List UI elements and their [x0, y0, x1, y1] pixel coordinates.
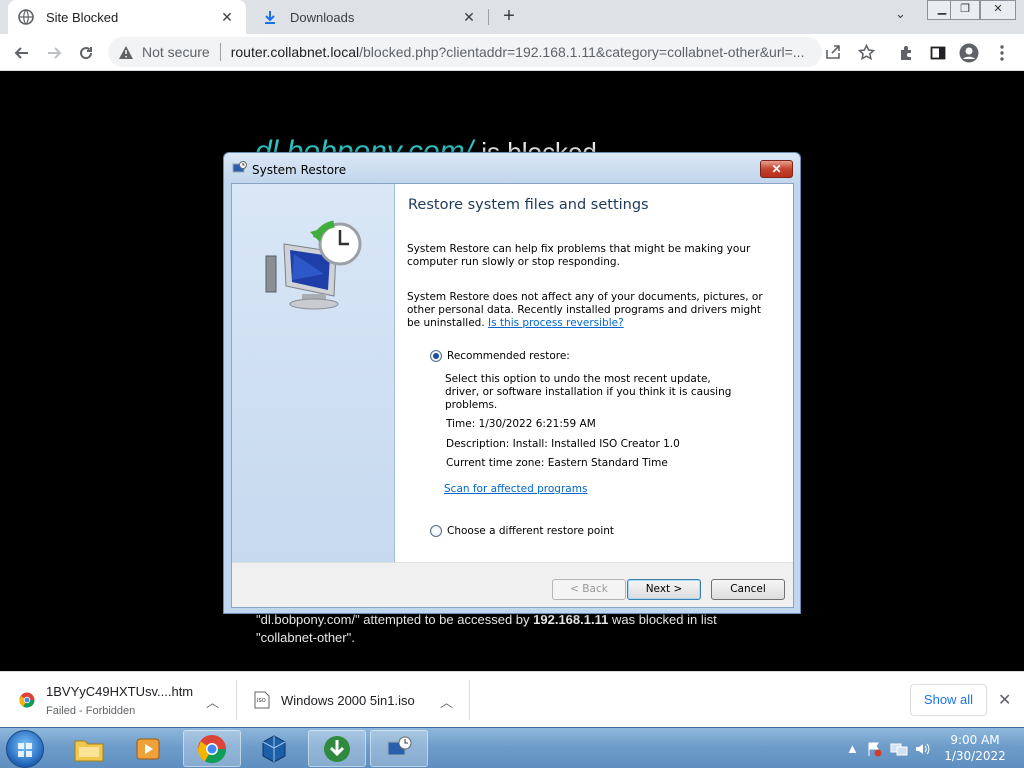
show-all-button[interactable]: Show all: [910, 684, 987, 716]
scan-affected-programs-link[interactable]: Scan for affected programs: [444, 483, 587, 495]
download-icon: [262, 9, 278, 25]
dialog-body: Restore system files and settings System…: [231, 183, 794, 608]
download-filename: Windows 2000 5in1.iso: [281, 692, 415, 708]
dialog-title: System Restore: [252, 163, 347, 177]
side-panel-icon[interactable]: [927, 42, 949, 64]
system-restore-dialog: System Restore ✕ Restore system files an…: [223, 152, 801, 614]
system-clock[interactable]: 9:00 AM 1/30/2022: [940, 732, 1010, 764]
iso-file-icon: ISO: [253, 691, 271, 709]
dialog-heading: Restore system files and settings: [408, 197, 649, 213]
different-restore-radio[interactable]: [430, 525, 442, 537]
forward-arrow-icon[interactable]: [41, 40, 67, 66]
share-icon[interactable]: [823, 42, 843, 62]
back-button[interactable]: < Back: [552, 579, 626, 600]
cancel-button[interactable]: Cancel: [711, 579, 785, 600]
action-center-flag-icon[interactable]: [866, 728, 882, 768]
tab-search-chevron-icon[interactable]: ⌄: [895, 6, 906, 22]
dialog-content: Restore system files and settings System…: [407, 184, 788, 562]
download-divider: [236, 680, 237, 720]
close-icon[interactable]: ✕: [460, 9, 478, 26]
address-divider: [219, 43, 221, 61]
url-host: router.collabnet.local: [230, 44, 360, 60]
message-text-2: was blocked in list: [611, 612, 717, 627]
tab-downloads[interactable]: Downloads ✕: [252, 0, 488, 34]
taskbar-system-restore-icon[interactable]: [370, 730, 428, 767]
message-ip: 192.168.1.11: [533, 612, 609, 627]
svg-text:ISO: ISO: [257, 698, 266, 704]
taskbar-explorer-icon[interactable]: [60, 730, 118, 767]
dialog-side-panel: [232, 184, 395, 562]
reversible-link[interactable]: Is this process reversible?: [488, 317, 624, 329]
reload-icon[interactable]: [73, 40, 99, 66]
download-item[interactable]: ISO Windows 2000 5in1.iso: [253, 672, 415, 728]
taskbar-download-manager-icon[interactable]: [308, 730, 366, 767]
download-filename: 1BVYyC49HXTUsv....htm: [46, 683, 194, 699]
restore-time: Time: 1/30/2022 6:21:59 AM: [446, 418, 596, 430]
taskbar: ▲ 9:00 AM 1/30/2022: [0, 727, 1024, 768]
taskbar-media-player-icon[interactable]: [120, 730, 178, 767]
tab-label: Downloads: [290, 9, 355, 25]
show-hidden-icons[interactable]: ▲: [846, 728, 859, 768]
different-restore-option[interactable]: Choose a different restore point: [430, 525, 614, 537]
data-safety-paragraph: System Restore does not affect any of yo…: [407, 291, 767, 330]
tab-divider: [488, 9, 489, 25]
download-bar: 1BVYyC49HXTUsv....htm Failed - Forbidden…: [0, 671, 1024, 727]
clock-date: 1/30/2022: [944, 749, 1006, 763]
taskbar-virtualbox-icon[interactable]: [245, 730, 303, 767]
message-list: "collabnet-other".: [256, 630, 355, 645]
tab-label: Site Blocked: [46, 9, 119, 25]
extensions-puzzle-icon[interactable]: [895, 42, 917, 64]
download-divider: [469, 680, 470, 720]
restore-button[interactable]: ❐: [950, 0, 980, 20]
security-label[interactable]: Not secure: [142, 44, 210, 60]
back-arrow-icon[interactable]: [9, 40, 35, 66]
profile-avatar-icon[interactable]: [958, 42, 980, 64]
tab-site-blocked[interactable]: Site Blocked ✕: [8, 0, 246, 34]
dialog-footer: < Back Next > Cancel: [232, 562, 793, 607]
recommended-restore-option[interactable]: Recommended restore:: [430, 350, 570, 362]
system-restore-illustration-icon: [264, 214, 364, 317]
download-item[interactable]: 1BVYyC49HXTUsv....htm Failed - Forbidden: [18, 672, 193, 728]
network-icon[interactable]: [890, 728, 908, 768]
globe-icon: [18, 9, 34, 25]
recommended-radio[interactable]: [430, 350, 442, 362]
new-tab-button[interactable]: +: [497, 4, 521, 28]
browser-toolbar: Not secure router.collabnet.local /block…: [0, 34, 1024, 71]
recommended-label[interactable]: Recommended restore:: [447, 350, 570, 362]
system-restore-icon: [232, 161, 247, 179]
dialog-close-button[interactable]: ✕: [760, 160, 793, 178]
dialog-titlebar[interactable]: System Restore ✕: [224, 153, 800, 183]
blocked-message: "dl.bobpony.com/" attempted to be access…: [256, 612, 717, 645]
chrome-icon: [18, 691, 36, 709]
window-close-button[interactable]: ✕: [980, 0, 1016, 20]
next-button[interactable]: Next >: [627, 579, 701, 600]
close-icon[interactable]: ✕: [218, 9, 236, 26]
recommended-description: Select this option to undo the most rece…: [445, 373, 732, 411]
intro-paragraph: System Restore can help fix problems tha…: [407, 243, 751, 268]
close-icon[interactable]: ✕: [998, 690, 1011, 710]
bookmark-star-icon[interactable]: [856, 42, 876, 62]
different-restore-label[interactable]: Choose a different restore point: [447, 525, 614, 537]
clock-time: 9:00 AM: [950, 733, 1000, 747]
message-domain: dl.bobpony.com/: [260, 612, 356, 627]
message-text: attempted to be accessed by: [363, 612, 530, 627]
tab-strip: Site Blocked ✕ Downloads ✕ + ⌄ ▁ ❐ ✕: [0, 0, 1024, 34]
taskbar-chrome-icon[interactable]: [183, 730, 241, 767]
restore-description: Description: Install: Installed ISO Crea…: [446, 438, 680, 450]
restore-timezone: Current time zone: Eastern Standard Time: [446, 457, 668, 469]
volume-icon[interactable]: [914, 728, 930, 768]
menu-dots-icon[interactable]: [991, 42, 1013, 64]
chevron-up-icon[interactable]: ︿: [440, 692, 453, 711]
download-status: Failed - Forbidden: [46, 704, 136, 717]
warning-triangle-icon[interactable]: [118, 45, 134, 60]
address-bar[interactable]: Not secure router.collabnet.local /block…: [108, 37, 822, 67]
url-path: /blocked.php?clientaddr=192.168.1.11&cat…: [359, 44, 805, 60]
chevron-up-icon[interactable]: ︿: [206, 692, 219, 711]
start-button[interactable]: [6, 730, 44, 768]
